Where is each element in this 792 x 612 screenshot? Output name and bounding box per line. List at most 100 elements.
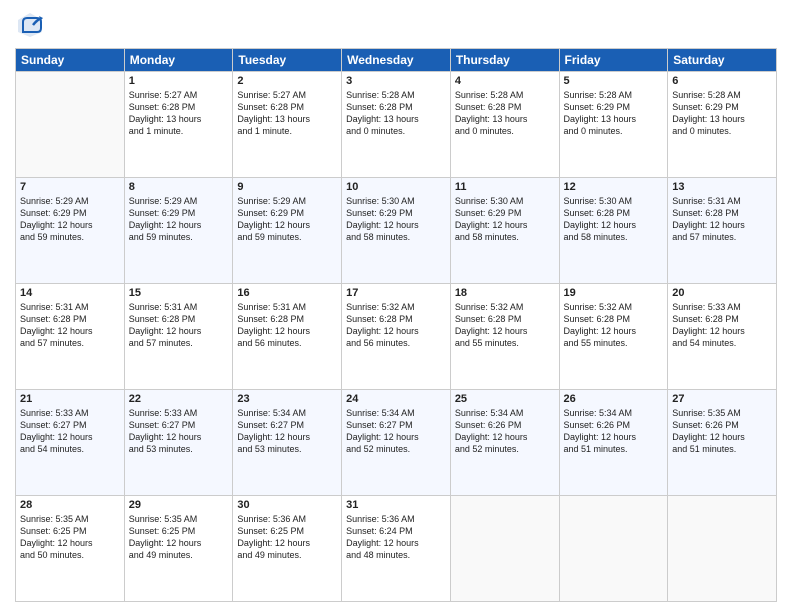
day-number: 20: [672, 287, 772, 299]
calendar-table: SundayMondayTuesdayWednesdayThursdayFrid…: [15, 48, 777, 602]
calendar-cell: 6 Sunrise: 5:28 AMSunset: 6:29 PMDaylight…: [668, 72, 777, 178]
day-number: 18: [455, 287, 555, 299]
day-number: 15: [129, 287, 229, 299]
week-row-5: 28 Sunrise: 5:35 AMSunset: 6:25 PMDayligh…: [16, 496, 777, 602]
cell-content: Sunrise: 5:32 AMSunset: 6:28 PMDaylight:…: [564, 301, 664, 350]
cell-content: Sunrise: 5:34 AMSunset: 6:26 PMDaylight:…: [564, 407, 664, 456]
page: SundayMondayTuesdayWednesdayThursdayFrid…: [0, 0, 792, 612]
calendar-cell: 9 Sunrise: 5:29 AMSunset: 6:29 PMDaylight…: [233, 178, 342, 284]
calendar-cell: [450, 496, 559, 602]
day-number: 24: [346, 393, 446, 405]
calendar-cell: 18Sunrise: 5:32 AMSunset: 6:28 PMDayligh…: [450, 284, 559, 390]
calendar-cell: 29 Sunrise: 5:35 AMSunset: 6:25 PMDayligh…: [124, 496, 233, 602]
cell-content: Sunrise: 5:34 AMSunset: 6:27 PMDaylight:…: [237, 407, 337, 456]
day-number: 19: [564, 287, 664, 299]
calendar-cell: 16 Sunrise: 5:31 AMSunset: 6:28 PMDayligh…: [233, 284, 342, 390]
cell-content: Sunrise: 5:36 AMSunset: 6:25 PMDaylight:…: [237, 513, 337, 562]
calendar-cell: 24 Sunrise: 5:34 AMSunset: 6:27 PMDayligh…: [342, 390, 451, 496]
calendar-cell: 27 Sunrise: 5:35 AMSunset: 6:26 PMDayligh…: [668, 390, 777, 496]
day-number: 30: [237, 499, 337, 511]
week-row-4: 21 Sunrise: 5:33 AMSunset: 6:27 PMDayligh…: [16, 390, 777, 496]
day-number: 11: [455, 181, 555, 193]
cell-content: Sunrise: 5:32 AMSunset: 6:28 PMDaylight:…: [346, 301, 446, 350]
day-number: 25: [455, 393, 555, 405]
day-number: 5: [564, 75, 664, 87]
calendar-cell: [559, 496, 668, 602]
day-number: 31: [346, 499, 446, 511]
calendar-cell: 3 Sunrise: 5:28 AMSunset: 6:28 PMDaylight…: [342, 72, 451, 178]
cell-content: Sunrise: 5:35 AMSunset: 6:26 PMDaylight:…: [672, 407, 772, 456]
calendar-cell: 28 Sunrise: 5:35 AMSunset: 6:25 PMDayligh…: [16, 496, 125, 602]
cell-content: Sunrise: 5:28 AMSunset: 6:28 PMDaylight:…: [346, 89, 446, 138]
cell-content: Sunrise: 5:31 AMSunset: 6:28 PMDaylight:…: [129, 301, 229, 350]
cell-content: Sunrise: 5:34 AMSunset: 6:26 PMDaylight:…: [455, 407, 555, 456]
day-number: 26: [564, 393, 664, 405]
cell-content: Sunrise: 5:36 AMSunset: 6:24 PMDaylight:…: [346, 513, 446, 562]
day-number: 12: [564, 181, 664, 193]
column-header-sunday: Sunday: [16, 49, 125, 72]
column-header-friday: Friday: [559, 49, 668, 72]
day-number: 14: [20, 287, 120, 299]
cell-content: Sunrise: 5:33 AMSunset: 6:27 PMDaylight:…: [20, 407, 120, 456]
week-row-1: 1Sunrise: 5:27 AMSunset: 6:28 PMDaylight…: [16, 72, 777, 178]
cell-content: Sunrise: 5:29 AMSunset: 6:29 PMDaylight:…: [129, 195, 229, 244]
column-header-tuesday: Tuesday: [233, 49, 342, 72]
column-header-monday: Monday: [124, 49, 233, 72]
cell-content: Sunrise: 5:35 AMSunset: 6:25 PMDaylight:…: [20, 513, 120, 562]
day-number: 2: [237, 75, 337, 87]
calendar-cell: 1Sunrise: 5:27 AMSunset: 6:28 PMDaylight…: [124, 72, 233, 178]
day-number: 23: [237, 393, 337, 405]
header: [15, 10, 777, 40]
cell-content: Sunrise: 5:35 AMSunset: 6:25 PMDaylight:…: [129, 513, 229, 562]
cell-content: Sunrise: 5:31 AMSunset: 6:28 PMDaylight:…: [672, 195, 772, 244]
cell-content: Sunrise: 5:28 AMSunset: 6:29 PMDaylight:…: [672, 89, 772, 138]
day-number: 27: [672, 393, 772, 405]
day-number: 3: [346, 75, 446, 87]
calendar-header-row: SundayMondayTuesdayWednesdayThursdayFrid…: [16, 49, 777, 72]
logo: [15, 10, 49, 40]
calendar-cell: 4Sunrise: 5:28 AMSunset: 6:28 PMDaylight…: [450, 72, 559, 178]
calendar-cell: 31 Sunrise: 5:36 AMSunset: 6:24 PMDayligh…: [342, 496, 451, 602]
cell-content: Sunrise: 5:33 AMSunset: 6:27 PMDaylight:…: [129, 407, 229, 456]
calendar-body: 1Sunrise: 5:27 AMSunset: 6:28 PMDaylight…: [16, 72, 777, 602]
calendar-cell: 25 Sunrise: 5:34 AMSunset: 6:26 PMDayligh…: [450, 390, 559, 496]
calendar-cell: 15 Sunrise: 5:31 AMSunset: 6:28 PMDayligh…: [124, 284, 233, 390]
cell-content: Sunrise: 5:28 AMSunset: 6:28 PMDaylight:…: [455, 89, 555, 138]
column-header-wednesday: Wednesday: [342, 49, 451, 72]
calendar-cell: 17Sunrise: 5:32 AMSunset: 6:28 PMDayligh…: [342, 284, 451, 390]
calendar-cell: 20 Sunrise: 5:33 AMSunset: 6:28 PMDayligh…: [668, 284, 777, 390]
cell-content: Sunrise: 5:31 AMSunset: 6:28 PMDaylight:…: [20, 301, 120, 350]
calendar-cell: 7 Sunrise: 5:29 AMSunset: 6:29 PMDaylight…: [16, 178, 125, 284]
cell-content: Sunrise: 5:27 AMSunset: 6:28 PMDaylight:…: [129, 89, 229, 138]
logo-icon: [15, 10, 45, 40]
calendar-cell: 12 Sunrise: 5:30 AMSunset: 6:28 PMDayligh…: [559, 178, 668, 284]
day-number: 16: [237, 287, 337, 299]
day-number: 9: [237, 181, 337, 193]
cell-content: Sunrise: 5:34 AMSunset: 6:27 PMDaylight:…: [346, 407, 446, 456]
cell-content: Sunrise: 5:29 AMSunset: 6:29 PMDaylight:…: [20, 195, 120, 244]
cell-content: Sunrise: 5:31 AMSunset: 6:28 PMDaylight:…: [237, 301, 337, 350]
calendar-cell: 22Sunrise: 5:33 AMSunset: 6:27 PMDayligh…: [124, 390, 233, 496]
week-row-2: 7 Sunrise: 5:29 AMSunset: 6:29 PMDaylight…: [16, 178, 777, 284]
column-header-saturday: Saturday: [668, 49, 777, 72]
calendar-cell: 19 Sunrise: 5:32 AMSunset: 6:28 PMDayligh…: [559, 284, 668, 390]
cell-content: Sunrise: 5:30 AMSunset: 6:28 PMDaylight:…: [564, 195, 664, 244]
day-number: 10: [346, 181, 446, 193]
cell-content: Sunrise: 5:30 AMSunset: 6:29 PMDaylight:…: [455, 195, 555, 244]
calendar-cell: [668, 496, 777, 602]
day-number: 29: [129, 499, 229, 511]
cell-content: Sunrise: 5:29 AMSunset: 6:29 PMDaylight:…: [237, 195, 337, 244]
calendar-cell: 5Sunrise: 5:28 AMSunset: 6:29 PMDaylight…: [559, 72, 668, 178]
calendar-cell: 30 Sunrise: 5:36 AMSunset: 6:25 PMDayligh…: [233, 496, 342, 602]
calendar-cell: 13Sunrise: 5:31 AMSunset: 6:28 PMDayligh…: [668, 178, 777, 284]
calendar-cell: [16, 72, 125, 178]
day-number: 6: [672, 75, 772, 87]
day-number: 21: [20, 393, 120, 405]
day-number: 7: [20, 181, 120, 193]
calendar-cell: 8Sunrise: 5:29 AMSunset: 6:29 PMDaylight…: [124, 178, 233, 284]
calendar-cell: 23 Sunrise: 5:34 AMSunset: 6:27 PMDayligh…: [233, 390, 342, 496]
week-row-3: 14 Sunrise: 5:31 AMSunset: 6:28 PMDayligh…: [16, 284, 777, 390]
day-number: 28: [20, 499, 120, 511]
calendar-cell: 21 Sunrise: 5:33 AMSunset: 6:27 PMDayligh…: [16, 390, 125, 496]
cell-content: Sunrise: 5:33 AMSunset: 6:28 PMDaylight:…: [672, 301, 772, 350]
